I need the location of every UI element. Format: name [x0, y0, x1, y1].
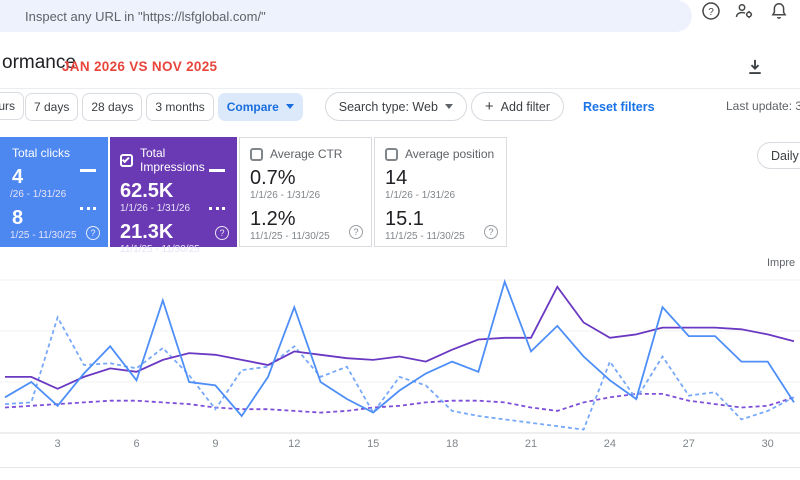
chart-line: [4, 315, 795, 431]
date-range-chip-28-days[interactable]: 28 days: [82, 92, 143, 121]
solid-line-legend-mark: [80, 169, 96, 172]
chart-bottom-divider: [0, 467, 800, 468]
reset-filters-button[interactable]: Reset filters: [583, 100, 655, 114]
chip-label: 3 months: [155, 99, 205, 114]
x-axis-tick-label: 30: [761, 438, 774, 450]
x-axis-tick-label: 9: [212, 438, 219, 450]
search-type-label: Search type: Web: [338, 99, 438, 114]
metric-card-total-impressions[interactable]: Total Impressions 62.5K 1/1/26 - 1/31/26…: [110, 137, 237, 255]
metric-value-previous: 21.3K: [120, 221, 174, 243]
x-axis-tick-label: 27: [682, 438, 695, 450]
performance-line-chart[interactable]: [0, 250, 800, 440]
metric-date-previous: 1/25 - 11/30/25: [10, 230, 77, 241]
chip-label: urs: [0, 99, 15, 113]
date-range-chip-3-months[interactable]: 3 months: [146, 92, 214, 121]
svg-text:?: ?: [708, 7, 714, 18]
chart-x-axis: 3 6 9 12 15 18 21 24 27 30: [0, 438, 800, 452]
x-axis-tick-label: 12: [288, 438, 301, 450]
chart-line: [4, 392, 795, 414]
metric-value-previous: 1.2%: [250, 208, 296, 230]
chart-line: [5, 285, 795, 390]
x-axis-tick-label: 24: [603, 438, 617, 450]
add-filter-button[interactable]: + Add filter: [470, 92, 565, 121]
notifications-bell-icon[interactable]: [768, 0, 790, 22]
metric-label: Average position: [405, 147, 495, 161]
metric-date-previous: 11/1/25 - 11/30/25: [385, 231, 465, 242]
metric-card-average-ctr[interactable]: Average CTR 0.7% 1/1/26 - 1/31/26 1.2% 1…: [239, 137, 372, 247]
x-axis-tick-label: 6: [133, 438, 140, 450]
chevron-down-icon: [444, 104, 453, 109]
help-icon[interactable]: ?: [215, 226, 229, 240]
x-axis-tick-label: 15: [367, 438, 380, 450]
checkmark-icon: [121, 155, 130, 164]
solid-line-legend-mark: [209, 169, 225, 172]
last-update-text: Last update: 3.5: [726, 99, 800, 113]
checked-checkbox-icon[interactable]: [120, 153, 133, 167]
chip-label: Compare: [226, 99, 279, 114]
chevron-down-icon: [285, 104, 294, 109]
x-axis-tick-label: 21: [524, 438, 538, 450]
x-axis-tick-label: 3: [54, 438, 61, 450]
help-icon[interactable]: ?: [86, 226, 100, 240]
metric-card-total-clicks[interactable]: Total clicks 4 /26 - 1/31/26 8 1/25 - 11…: [0, 137, 108, 247]
url-inspect-search-input[interactable]: Inspect any URL in "https://lsfglobal.co…: [0, 0, 692, 32]
metric-value-previous: 8: [12, 207, 24, 229]
metric-card-average-position[interactable]: Average position 14 1/1/26 - 1/31/26 15.…: [374, 137, 507, 247]
plus-icon: +: [484, 98, 494, 115]
add-filter-label: Add filter: [500, 99, 551, 114]
chip-label: 28 days: [91, 99, 134, 114]
x-axis-tick-label: 18: [445, 438, 459, 450]
filters-row: 7 days 28 days 3 months Compare Search t…: [25, 92, 655, 121]
metric-value-previous: 15.1: [385, 208, 424, 230]
metric-date-current: 1/1/26 - 1/31/26: [250, 190, 321, 201]
date-range-chip-compare[interactable]: Compare: [217, 92, 303, 121]
metric-value-current: 62.5K: [120, 180, 174, 202]
metric-date-current: 1/1/26 - 1/31/26: [385, 190, 456, 201]
daily-label: Daily: [771, 148, 799, 163]
help-icon[interactable]: ?: [349, 225, 363, 239]
date-range-chip-7-days[interactable]: 7 days: [25, 92, 79, 121]
unchecked-checkbox-icon[interactable]: [385, 147, 398, 161]
help-icon[interactable]: ?: [700, 0, 722, 22]
help-icon[interactable]: ?: [484, 225, 498, 239]
search-type-filter[interactable]: Search type: Web: [324, 92, 467, 121]
metric-label: Average CTR: [270, 147, 343, 161]
users-settings-icon[interactable]: [733, 0, 755, 22]
comparison-period-label: JAN 2026 VS NOV 2025: [62, 59, 218, 74]
metric-value-current: 14: [385, 167, 408, 189]
granularity-daily-button[interactable]: Daily: [757, 142, 800, 169]
metric-value-current: 0.7%: [250, 167, 296, 189]
search-console-performance-page: Inspect any URL in "https://lsfglobal.co…: [0, 0, 800, 480]
dashed-line-legend-mark: [209, 207, 225, 210]
header-divider: [0, 88, 800, 89]
date-range-chip-hours[interactable]: urs: [0, 92, 24, 120]
chart-line: [4, 278, 795, 418]
export-download-icon[interactable]: [744, 56, 766, 83]
unchecked-checkbox-icon[interactable]: [250, 147, 263, 161]
metric-date-current: /26 - 1/31/26: [10, 189, 67, 200]
chip-label: 7 days: [34, 99, 70, 114]
metric-date-previous: 11/1/25 - 11/30/25: [250, 231, 330, 242]
dashed-line-legend-mark: [80, 207, 96, 210]
search-placeholder-text: Inspect any URL in "https://lsfglobal.co…: [25, 8, 266, 24]
metric-label: Total clicks: [12, 146, 71, 160]
